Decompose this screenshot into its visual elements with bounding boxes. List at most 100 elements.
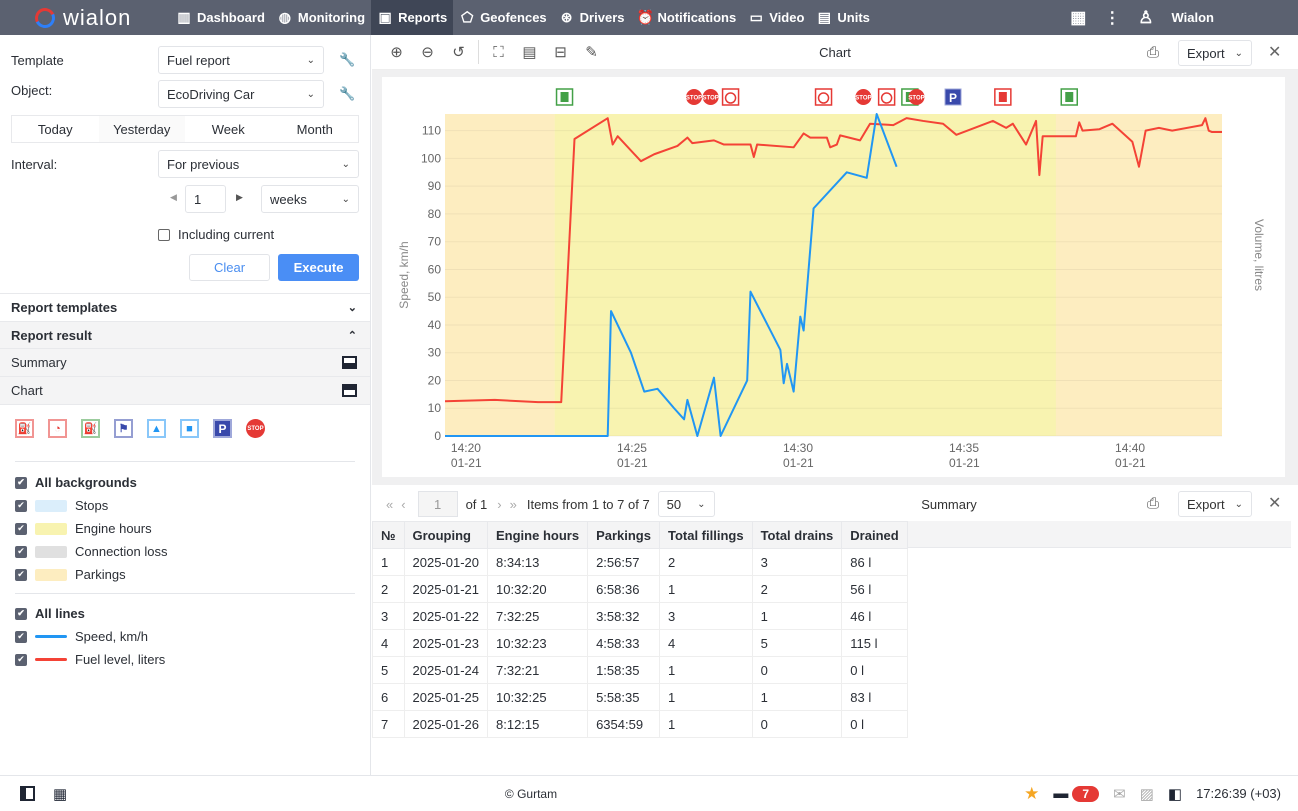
period-today[interactable]: Today [12, 116, 99, 142]
checkbox-checked[interactable]: ✔ [15, 630, 27, 643]
table-cell: 46 l [841, 602, 908, 630]
nav-drivers[interactable]: ⊛ Drivers [553, 0, 631, 35]
fuel-station-icon[interactable]: ⛽ [81, 419, 100, 438]
table-cell: 5:58:35 [587, 683, 660, 711]
column-header[interactable]: Engine hours [486, 521, 589, 549]
prev-page-icon[interactable]: ‹ [401, 497, 405, 512]
table-row[interactable]: 7 2025-01-26 8:12:15 6354:59 1 0 0 l [372, 710, 908, 738]
user-name[interactable]: Wialon [1172, 10, 1215, 25]
close-chart-icon[interactable]: ✕ [1268, 42, 1281, 62]
nav-units[interactable]: ▤ Units [810, 0, 876, 35]
all-backgrounds-toggle[interactable]: ✔ All backgrounds [15, 475, 137, 490]
page-count: of 1 [465, 496, 488, 512]
checkbox-checked[interactable]: ✔ [15, 499, 27, 512]
nav-dashboard[interactable]: ▥ Dashboard [170, 0, 271, 35]
checkbox-checked[interactable]: ✔ [15, 522, 27, 535]
column-header[interactable]: Parkings [587, 521, 660, 549]
zoom-out-icon[interactable]: ⊖ [412, 43, 443, 61]
column-header[interactable]: Total drains [751, 521, 843, 549]
user-icon[interactable]: ♙ [1138, 8, 1153, 28]
nav-reports[interactable]: ▣ Reports [371, 0, 454, 35]
object-wrench-icon[interactable]: 🔧 [339, 86, 355, 102]
execute-button[interactable]: Execute [278, 254, 359, 281]
chart-item[interactable]: Chart [0, 376, 370, 404]
more-menu-icon[interactable]: ⋮ [1104, 8, 1120, 28]
per-page-select[interactable]: 50 ⌄ [657, 491, 715, 517]
period-week[interactable]: Week [185, 116, 272, 142]
print-icon[interactable]: ⎙ [1147, 44, 1159, 61]
line-toggle-1[interactable]: ✔ Fuel level, liters [15, 652, 165, 667]
column-header[interactable]: Total fillings [658, 521, 753, 549]
fuel-drain-icon[interactable]: ⛽ [15, 419, 34, 438]
panel-bottom-icon[interactable] [342, 356, 357, 369]
template-wrench-icon[interactable]: 🔧 [339, 52, 355, 68]
table-row[interactable]: 4 2025-01-23 10:32:23 4:58:33 4 5 115 l [372, 629, 908, 657]
line-toggle-0[interactable]: ✔ Speed, km/h [15, 629, 148, 644]
notes-icon[interactable]: ▤ [514, 43, 545, 61]
mail-sync-icon[interactable]: ✉ [1113, 785, 1126, 803]
apps-grid-icon[interactable]: ▦ [1070, 8, 1086, 28]
checkbox-box[interactable] [158, 228, 170, 241]
period-month[interactable]: Month [272, 116, 359, 142]
period-yesterday[interactable]: Yesterday [98, 116, 185, 142]
background-toggle-stops[interactable]: ✔ Stops [15, 498, 108, 513]
decrement-icon[interactable]: ◀ [170, 192, 177, 203]
gauge-icon[interactable]: ◔ [48, 419, 67, 438]
template-select[interactable]: Fuel report ⌄ [158, 46, 324, 74]
table-row[interactable]: 6 2025-01-25 10:32:25 5:58:35 1 1 83 l [372, 683, 908, 711]
table-row[interactable]: 1 2025-01-20 8:34:13 2:56:57 2 3 86 l [372, 548, 908, 576]
nav-video[interactable]: ▭ Video [742, 0, 810, 35]
nav-notifications[interactable]: ⏰ Notifications [630, 0, 742, 35]
table-row[interactable]: 2 2025-01-21 10:32:20 6:58:36 1 2 56 l [372, 575, 908, 603]
next-page-icon[interactable]: › [497, 497, 501, 512]
checkbox-checked[interactable]: ✔ [15, 476, 27, 489]
last-page-icon[interactable]: » [510, 497, 517, 512]
wialon-logo[interactable]: wialon [0, 0, 170, 35]
first-page-icon[interactable]: « [386, 497, 393, 512]
page-input[interactable]: 1 [417, 491, 458, 517]
summary-item[interactable]: Summary [0, 348, 370, 376]
background-toggle-connection-loss[interactable]: ✔ Connection loss [15, 544, 168, 559]
ruler-icon[interactable]: ⊟ [545, 43, 576, 61]
image-icon[interactable]: ▲ [147, 419, 166, 438]
zoom-in-icon[interactable]: ⊕ [381, 43, 412, 61]
nav-geofences[interactable]: ⬠ Geofences [453, 0, 552, 35]
layout-icon[interactable]: ◧ [1168, 785, 1182, 803]
summary-export-button[interactable]: Export ⌄ [1178, 491, 1252, 517]
all-lines-toggle[interactable]: ✔ All lines [15, 606, 85, 621]
stop-icon[interactable]: STOP [246, 419, 265, 438]
including-current-checkbox[interactable]: Including current [158, 227, 274, 242]
background-toggle-parkings[interactable]: ✔ Parkings [15, 567, 126, 582]
column-header[interactable]: № [372, 521, 405, 549]
parking-icon[interactable]: P [213, 419, 232, 438]
increment-icon[interactable]: ▶ [236, 192, 243, 203]
count-input[interactable]: 1 [185, 185, 226, 213]
checkbox-checked[interactable]: ✔ [15, 568, 27, 581]
flag-icon[interactable]: ⚑ [114, 419, 133, 438]
interval-select[interactable]: For previous ⌄ [158, 150, 359, 178]
table-row[interactable]: 3 2025-01-22 7:32:25 3:58:32 3 1 46 l [372, 602, 908, 630]
column-header[interactable]: Drained [841, 521, 908, 549]
video-icon[interactable]: ■ [180, 419, 199, 438]
unit-select[interactable]: weeks ⌄ [261, 185, 359, 213]
checkbox-checked[interactable]: ✔ [15, 607, 27, 620]
table-row[interactable]: 5 2025-01-24 7:32:21 1:58:35 1 0 0 l [372, 656, 908, 684]
clear-button[interactable]: Clear [189, 254, 270, 281]
column-header[interactable]: Grouping [403, 521, 488, 549]
object-select[interactable]: EcoDriving Car ⌄ [158, 80, 324, 108]
select-area-icon[interactable]: ⛶ [483, 44, 514, 61]
close-summary-icon[interactable]: ✕ [1268, 493, 1281, 513]
print-icon[interactable]: ⎙ [1147, 495, 1159, 512]
report-templates-header[interactable]: Report templates ⌄ [0, 293, 370, 321]
image-icon[interactable]: ▨ [1140, 785, 1154, 803]
background-toggle-engine-hours[interactable]: ✔ Engine hours [15, 521, 152, 536]
checkbox-checked[interactable]: ✔ [15, 545, 27, 558]
nav-monitoring[interactable]: ◍ Monitoring [271, 0, 371, 35]
checkbox-checked[interactable]: ✔ [15, 653, 27, 666]
report-result-header[interactable]: Report result ⌃ [0, 321, 370, 349]
panel-top-icon[interactable] [342, 384, 357, 397]
reset-zoom-icon[interactable]: ↺ [443, 43, 474, 61]
fuel-speed-chart[interactable]: 010203040506070809010011014:2001-2114:25… [382, 77, 1285, 477]
pencil-icon[interactable]: ✎ [576, 43, 607, 61]
chart-export-button[interactable]: Export ⌄ [1178, 40, 1252, 66]
